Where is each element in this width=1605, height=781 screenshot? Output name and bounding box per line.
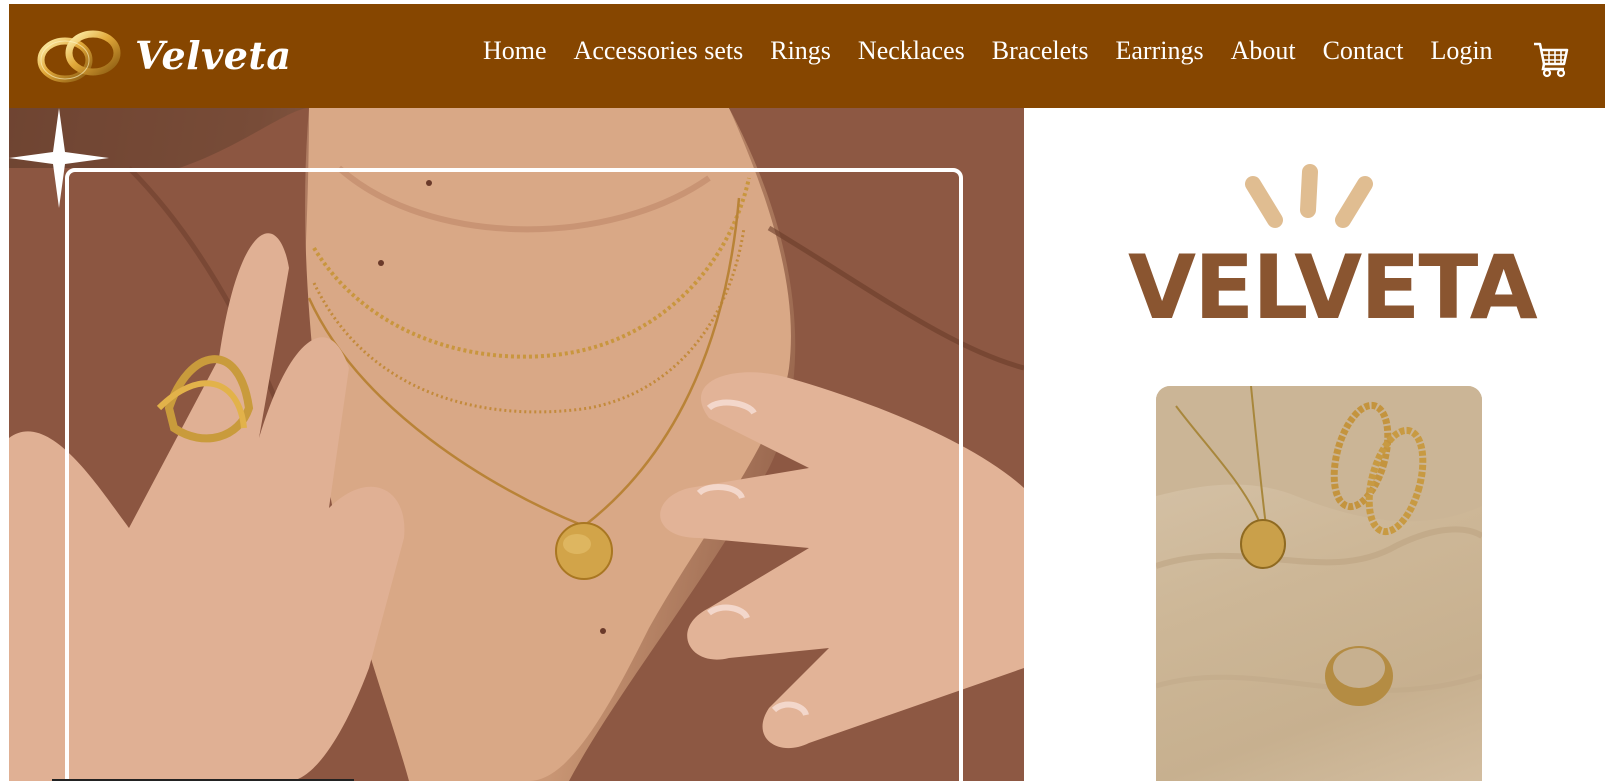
nav-rings[interactable]: Rings bbox=[770, 36, 831, 66]
hero-image bbox=[9, 108, 1024, 781]
nav-login[interactable]: Login bbox=[1430, 36, 1492, 66]
nav-home[interactable]: Home bbox=[483, 36, 547, 66]
sparkle-star-icon bbox=[9, 108, 109, 208]
nav-about[interactable]: About bbox=[1231, 36, 1296, 66]
nav-earrings[interactable]: Earrings bbox=[1115, 36, 1203, 66]
top-edge bbox=[0, 0, 1605, 4]
nav-accessories-sets[interactable]: Accessories sets bbox=[574, 36, 744, 66]
nav-contact[interactable]: Contact bbox=[1323, 36, 1404, 66]
jewelry-illustration bbox=[1156, 386, 1482, 706]
nav-bracelets[interactable]: Bracelets bbox=[992, 36, 1089, 66]
page: Velveta Home Accessories sets Rings Neck… bbox=[0, 0, 1605, 781]
brand-panel: VELVETA bbox=[1024, 108, 1605, 781]
product-image[interactable] bbox=[1156, 386, 1482, 781]
nav-necklaces[interactable]: Necklaces bbox=[858, 36, 965, 66]
shopping-cart-icon[interactable] bbox=[1532, 40, 1570, 78]
sparkle-rays-icon bbox=[1245, 164, 1373, 228]
brand-name: Velveta bbox=[135, 32, 292, 78]
main-nav: Home Accessories sets Rings Necklaces Br… bbox=[483, 36, 1520, 66]
brand-wordmark: VELVETA bbox=[1128, 236, 1538, 339]
wedding-rings-icon bbox=[37, 30, 121, 83]
hero-frame bbox=[65, 168, 963, 781]
site-header: Velveta Home Accessories sets Rings Neck… bbox=[9, 4, 1605, 108]
left-edge bbox=[0, 0, 9, 781]
logo[interactable]: Velveta bbox=[35, 26, 292, 84]
